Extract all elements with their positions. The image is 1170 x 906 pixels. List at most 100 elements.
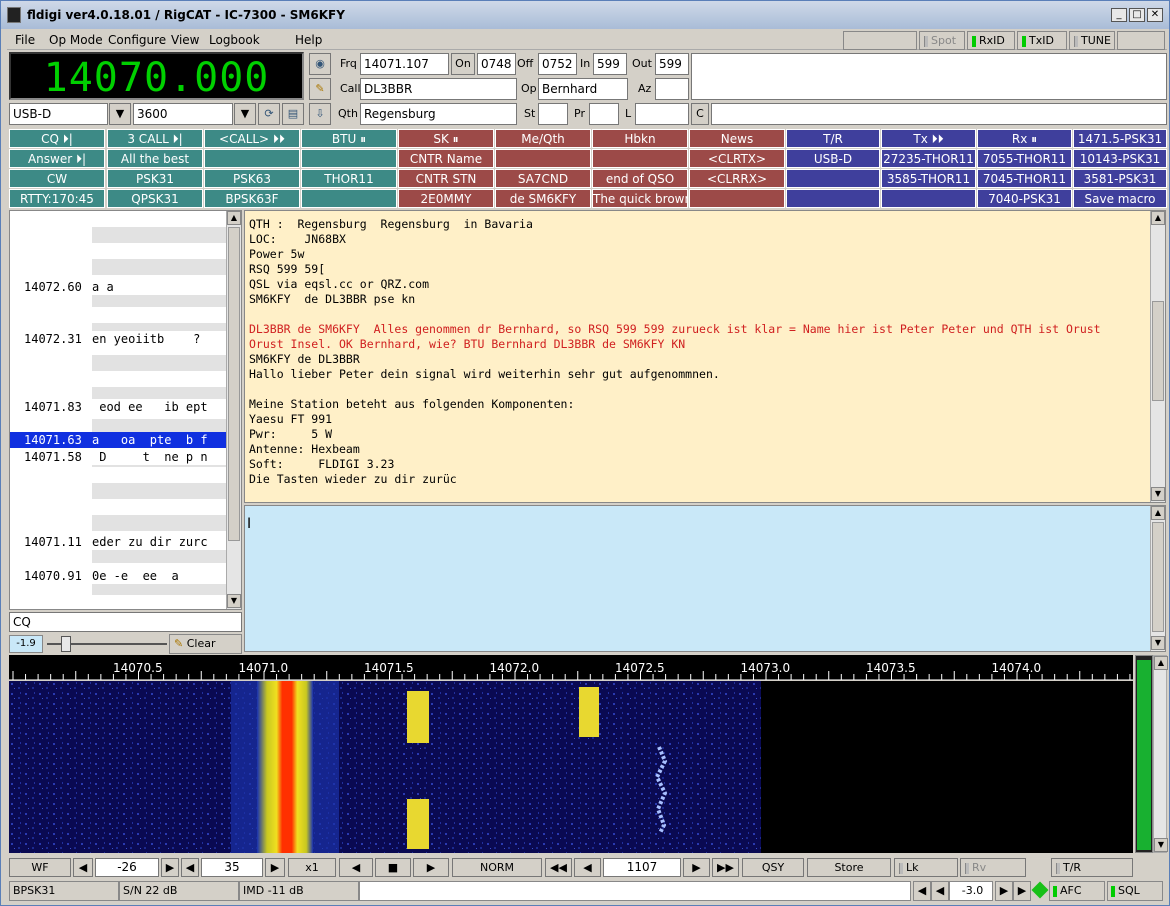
maximize-button[interactable]: □ [1129, 8, 1145, 22]
range-down-icon[interactable]: ◀ [181, 858, 199, 877]
macro-button-2-6[interactable] [495, 149, 591, 168]
mode-select[interactable]: USB-D [9, 103, 108, 125]
minimize-button[interactable]: _ [1111, 8, 1127, 22]
macro-button-3-6[interactable]: SA7CND [495, 169, 591, 188]
carrier-frequency[interactable]: 1107 [603, 858, 681, 877]
wf-speed-button[interactable]: NORM [452, 858, 542, 877]
rxid-toggle[interactable]: RxID [967, 31, 1015, 50]
macro-button-2-3[interactable] [204, 149, 300, 168]
frq-field[interactable]: 14071.107 [360, 53, 449, 75]
rx-scrollbar[interactable]: ▲ ▼ [1150, 211, 1165, 502]
macro-button-3-10[interactable]: 3585-THOR11 [881, 169, 976, 188]
reverse-toggle[interactable]: Rv [960, 858, 1026, 877]
qth-field[interactable]: Regensburg [360, 103, 517, 125]
macro-button-2-11[interactable]: 7055-THOR11 [977, 149, 1072, 168]
status-mode[interactable]: BPSK31 [9, 881, 119, 901]
level-down-icon[interactable]: ◀ [73, 858, 93, 877]
country-button[interactable]: C [691, 103, 709, 125]
menu-help[interactable]: Help [295, 33, 322, 47]
browser-channel-row[interactable]: 14072.31 en yeoiitb ? [10, 331, 228, 347]
receive-text-pane[interactable]: QTH : Regensburg Regensburg in Bavaria LO… [244, 210, 1166, 503]
macro-button-1-3[interactable]: <CALL> ⏵⏵ [204, 129, 300, 148]
macro-button-3-7[interactable]: end of QSO [592, 169, 688, 188]
macro-button-1-10[interactable]: Tx ⏵⏵ [881, 129, 976, 148]
frequency-scale[interactable]: 14070.5 14071.0 14071.5 14072.0 14072.5 14073… [9, 655, 1133, 680]
refresh-icon[interactable]: ⟳ [258, 103, 280, 125]
sql-toggle[interactable]: SQL [1107, 881, 1163, 901]
browser-search-input[interactable]: CQ [9, 612, 242, 632]
scroll-up-icon[interactable]: ▲ [227, 211, 241, 225]
menu-logbook[interactable]: Logbook [209, 33, 260, 47]
macro-button-2-2[interactable]: All the best [107, 149, 203, 168]
memory-icon[interactable]: ▤ [282, 103, 304, 125]
macro-button-4-5[interactable]: 2E0MMY [398, 189, 494, 208]
macro-button-2-7[interactable] [592, 149, 688, 168]
macro-button-2-10[interactable]: 27235-THOR11 [881, 149, 976, 168]
macro-button-4-7[interactable]: The quick brown [592, 189, 688, 208]
op-name-field[interactable]: Bernhard [538, 78, 628, 100]
afc-fast-left-icon[interactable]: ◀ [931, 881, 949, 901]
clear-button[interactable]: ✎ Clear [169, 634, 242, 654]
macro-button-1-11[interactable]: Rx ⏸ [977, 129, 1072, 148]
macro-button-4-6[interactable]: de SM6KFY [495, 189, 591, 208]
level-value[interactable]: -26 [95, 858, 159, 877]
macro-button-3-5[interactable]: CNTR STN [398, 169, 494, 188]
az-field[interactable] [655, 78, 689, 100]
browser-channel-row[interactable]: 14071.63 a oa pte b f [10, 432, 228, 448]
close-button[interactable]: ✕ [1147, 8, 1163, 22]
tx-scroll-down-icon[interactable]: ▼ [1151, 636, 1165, 650]
rx-scroll-down-icon[interactable]: ▼ [1151, 487, 1165, 501]
rx-scroll-thumb[interactable] [1152, 301, 1164, 401]
rx-scroll-up-icon[interactable]: ▲ [1151, 211, 1165, 225]
macro-button-2-9[interactable]: USB-D [786, 149, 880, 168]
fast-left-icon[interactable]: ◀◀ [545, 858, 572, 877]
macro-button-1-6[interactable]: Me/Qth [495, 129, 591, 148]
macro-button-3-8[interactable]: <CLRRX> [689, 169, 785, 188]
waterfall[interactable] [9, 681, 1133, 853]
browser-channel-row[interactable]: 14072.60 a a [10, 279, 228, 295]
state-field[interactable] [538, 103, 568, 125]
scroll-thumb[interactable] [228, 227, 240, 541]
tune-toggle[interactable]: TUNE [1069, 31, 1115, 50]
macro-button-3-3[interactable]: PSK63 [204, 169, 300, 188]
macro-button-4-11[interactable]: 7040-PSK31 [977, 189, 1072, 208]
tx-scroll-up-icon[interactable]: ▲ [1151, 506, 1165, 520]
tr-toggle[interactable]: T/R [1051, 858, 1133, 877]
range-value[interactable]: 35 [201, 858, 263, 877]
macro-button-2-8[interactable]: <CLRTX> [689, 149, 785, 168]
center-stop-icon[interactable]: ■ [375, 858, 411, 877]
off-time-field[interactable]: 0752 [538, 53, 577, 75]
macro-button-1-7[interactable]: Hbkn [592, 129, 688, 148]
macro-button-3-4[interactable]: THOR11 [301, 169, 397, 188]
txid-toggle[interactable]: TxID [1017, 31, 1067, 50]
macro-button-3-9[interactable] [786, 169, 880, 188]
tx-scrollbar[interactable]: ▲ ▼ [1150, 506, 1165, 651]
macro-button-3-2[interactable]: PSK31 [107, 169, 203, 188]
macro-button-2-12[interactable]: 10143-PSK31 [1073, 149, 1167, 168]
range-up-icon[interactable]: ▶ [265, 858, 285, 877]
rst-in-field[interactable]: 599 [593, 53, 627, 75]
mode-dropdown-icon[interactable]: ▼ [109, 103, 131, 125]
province-field[interactable] [589, 103, 619, 125]
macro-button-1-8[interactable]: News [689, 129, 785, 148]
macro-button-2-1[interactable]: Answer ⏵| [9, 149, 105, 168]
afc-right-icon[interactable]: ▶ [995, 881, 1013, 901]
macro-button-3-12[interactable]: 3581-PSK31 [1073, 169, 1167, 188]
waterfall-scrollbar[interactable]: ▲ ▼ [1153, 655, 1168, 853]
rst-out-field[interactable]: 599 [655, 53, 689, 75]
browser-channel-row[interactable]: 14071.11 eder zu dir zurc [10, 534, 228, 550]
browser-channel-row[interactable]: 14071.58 D t ne p n [10, 449, 228, 465]
frequency-display[interactable]: 14070.000 [9, 52, 304, 101]
country-field[interactable] [711, 103, 1167, 125]
macro-button-4-10[interactable] [881, 189, 976, 208]
scroll-right-icon[interactable]: ▶ [413, 858, 449, 877]
wf-mode-button[interactable]: WF [9, 858, 71, 877]
afc-left-icon[interactable]: ◀ [913, 881, 931, 901]
macro-button-2-5[interactable]: CNTR Name [398, 149, 494, 168]
macro-button-4-8[interactable] [689, 189, 785, 208]
browser-channel-row[interactable]: 14071.83 eod ee ib ept [10, 399, 228, 415]
blank-header-button-2[interactable] [1117, 31, 1165, 50]
carrier-left-icon[interactable]: ◀ [574, 858, 601, 877]
macro-button-1-4[interactable]: BTU ⏸ [301, 129, 397, 148]
menu-file[interactable]: File [15, 33, 35, 47]
